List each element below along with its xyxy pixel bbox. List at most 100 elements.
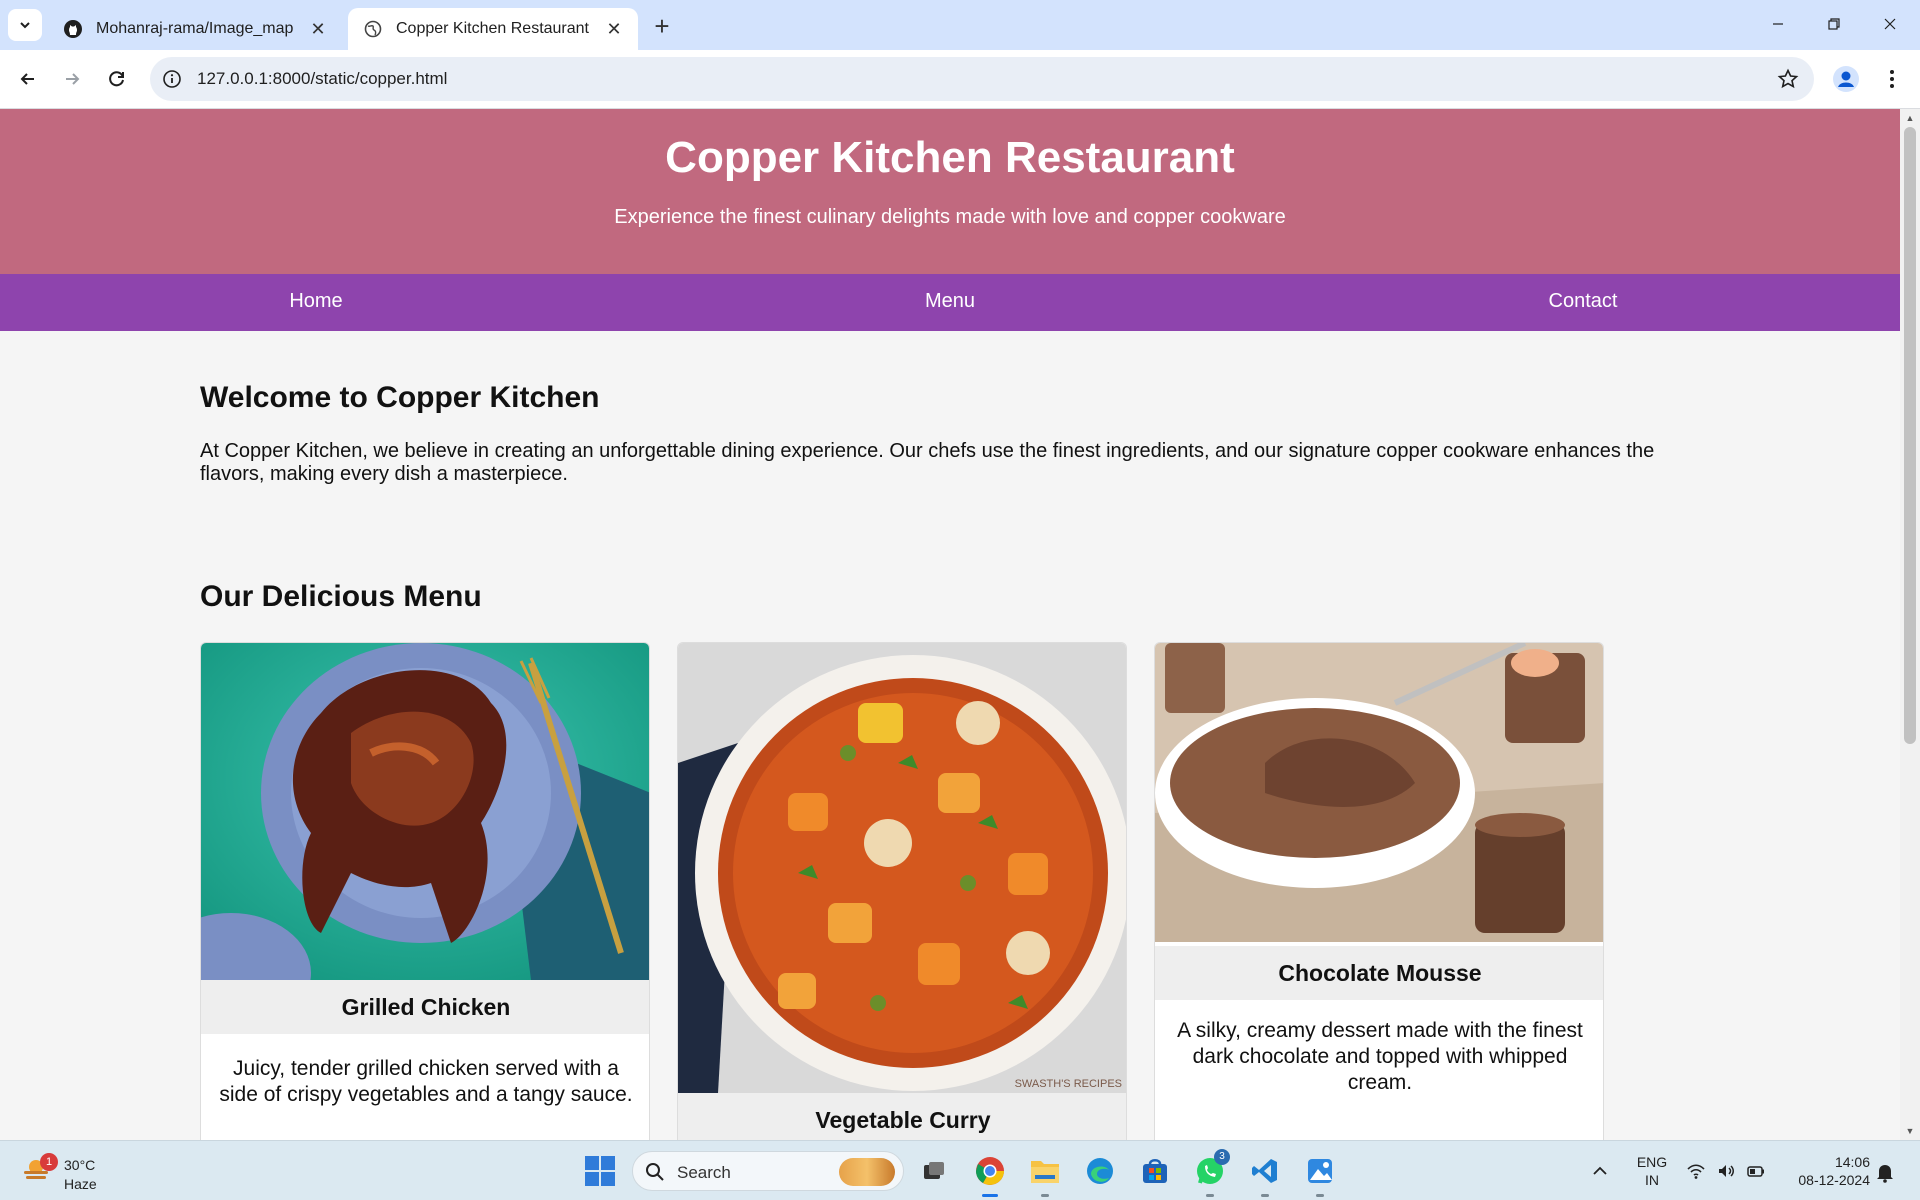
nav-link-home[interactable]: Home [289,290,342,313]
tab-copper-kitchen[interactable]: Copper Kitchen Restaurant ✕ [348,8,638,50]
github-icon [62,18,84,40]
scroll-thumb[interactable] [1904,127,1916,744]
scroll-down-arrow-icon[interactable]: ▼ [1905,1126,1915,1136]
weather-condition: Haze [64,1176,97,1192]
chrome-taskbar-button[interactable] [970,1151,1010,1197]
photos-icon [1308,1159,1332,1183]
url-text[interactable]: 127.0.0.1:8000/static/copper.html [197,69,447,89]
tab-search-button[interactable] [8,9,42,41]
kebab-menu-icon [1890,70,1894,88]
wifi-icon[interactable] [1686,1161,1706,1181]
chocolate-mousse-image [1155,643,1603,942]
store-button[interactable] [1135,1151,1175,1191]
menu-card: Chocolate Mousse A silky, creamy dessert… [1154,642,1604,1140]
welcome-text: At Copper Kitchen, we believe in creatin… [200,440,1655,485]
site-header: Copper Kitchen Restaurant Experience the… [0,109,1900,274]
edge-button[interactable] [1080,1151,1120,1191]
image-watermark: SWASTH'S RECIPES [1014,1078,1122,1090]
close-tab-icon[interactable]: ✕ [604,19,624,39]
site-info-icon[interactable] [160,67,184,91]
vscode-button[interactable] [1245,1151,1285,1197]
chevron-up-icon[interactable] [1590,1161,1610,1181]
photos-button[interactable] [1300,1151,1340,1197]
tab-github[interactable]: Mohanraj-rama/Image_map ✕ [48,8,342,50]
menu-item-description: Juicy, tender grilled chicken served wit… [219,1057,633,1106]
file-explorer-button[interactable] [1025,1151,1065,1197]
tab-title: Mohanraj-rama/Image_map [96,20,294,37]
tab-strip: Mohanraj-rama/Image_map ✕ Copper Kitchen… [0,0,1920,50]
running-indicator [1261,1194,1269,1197]
nav-link-contact[interactable]: Contact [1549,290,1618,313]
forward-button[interactable] [54,61,90,97]
notification-badge: 3 [1214,1149,1230,1165]
vscode-icon [1252,1159,1277,1183]
vegetable-curry-image: SWASTH'S RECIPES [678,643,1126,1093]
taskbar-search[interactable]: Search [632,1151,904,1191]
running-indicator [1041,1194,1049,1197]
weather-widget[interactable]: 1 30°C Haze [20,1149,110,1193]
restore-icon [1828,18,1840,30]
menu-item-name: Chocolate Mousse [1155,946,1603,1000]
store-icon [1143,1159,1167,1183]
active-indicator [982,1194,998,1197]
site-title: Copper Kitchen Restaurant [665,133,1235,182]
profile-button[interactable] [1830,63,1862,95]
clock-time: 14:06 [1834,1154,1870,1170]
language-code: ENG [1636,1154,1668,1170]
menu-item-description: A silky, creamy dessert made with the fi… [1177,1019,1583,1094]
running-indicator [1206,1194,1214,1197]
search-icon [646,1163,664,1181]
weather-temp: 30°C [64,1157,96,1173]
page-scrollbar[interactable]: ▲ ▼ [1900,109,1920,1140]
minimize-icon [1773,23,1783,25]
windows-logo-icon [585,1156,615,1186]
chrome-icon [976,1157,1004,1185]
menu-card: Grilled Chicken Juicy, tender grilled ch… [200,642,650,1140]
browser-toolbar: 127.0.0.1:8000/static/copper.html [0,50,1920,109]
close-tab-icon[interactable]: ✕ [308,19,328,39]
scroll-up-arrow-icon[interactable]: ▲ [1905,113,1915,123]
site-nav: Home Menu Contact [0,274,1900,331]
arrow-left-icon [20,73,34,85]
restore-button[interactable] [1806,8,1862,40]
menu-card: SWASTH'S RECIPES Vegetable Curry [677,642,1127,1140]
arrow-right-icon [66,73,80,85]
menu-item-name: Vegetable Curry [678,1093,1126,1140]
address-bar[interactable]: 127.0.0.1:8000/static/copper.html [150,57,1814,101]
language-indicator[interactable]: ENG IN [1630,1153,1674,1189]
battery-icon[interactable] [1746,1161,1766,1181]
close-window-button[interactable] [1862,8,1918,40]
chevron-down-icon [20,22,30,29]
edge-icon [1087,1158,1113,1184]
region-code: IN [1645,1172,1659,1188]
start-button[interactable] [582,1153,618,1189]
nav-link-menu[interactable]: Menu [925,290,975,313]
minimize-button[interactable] [1750,8,1806,40]
close-icon [1884,18,1896,30]
globe-icon [362,18,384,40]
clock-date: 08-12-2024 [1798,1172,1870,1188]
site-subtitle: Experience the finest culinary delights … [614,206,1286,228]
reload-button[interactable] [99,61,135,97]
taskbar: 1 30°C Haze Search 3 ENG IN 14:06 08-12-… [0,1140,1920,1200]
search-highlight-icon [839,1158,895,1186]
running-indicator [1316,1194,1324,1197]
notification-bell-icon[interactable] [1874,1161,1896,1183]
bookmark-star-icon[interactable] [1776,67,1800,91]
task-view-button[interactable] [914,1151,954,1191]
tab-title: Copper Kitchen Restaurant [396,20,589,37]
new-tab-button[interactable]: + [648,11,676,41]
system-clock[interactable]: 14:06 08-12-2024 [1780,1153,1870,1189]
task-view-icon [924,1162,944,1179]
profile-avatar-icon [1833,66,1859,92]
welcome-heading: Welcome to Copper Kitchen [200,381,600,414]
volume-icon[interactable] [1716,1161,1736,1181]
browser-menu-button[interactable] [1878,63,1906,95]
weather-badge: 1 [40,1153,58,1171]
menu-item-name: Grilled Chicken [201,980,649,1034]
reload-icon [109,71,124,87]
menu-heading: Our Delicious Menu [200,580,482,613]
whatsapp-button[interactable]: 3 [1190,1149,1230,1197]
back-button[interactable] [10,61,46,97]
grilled-chicken-image [201,643,649,980]
